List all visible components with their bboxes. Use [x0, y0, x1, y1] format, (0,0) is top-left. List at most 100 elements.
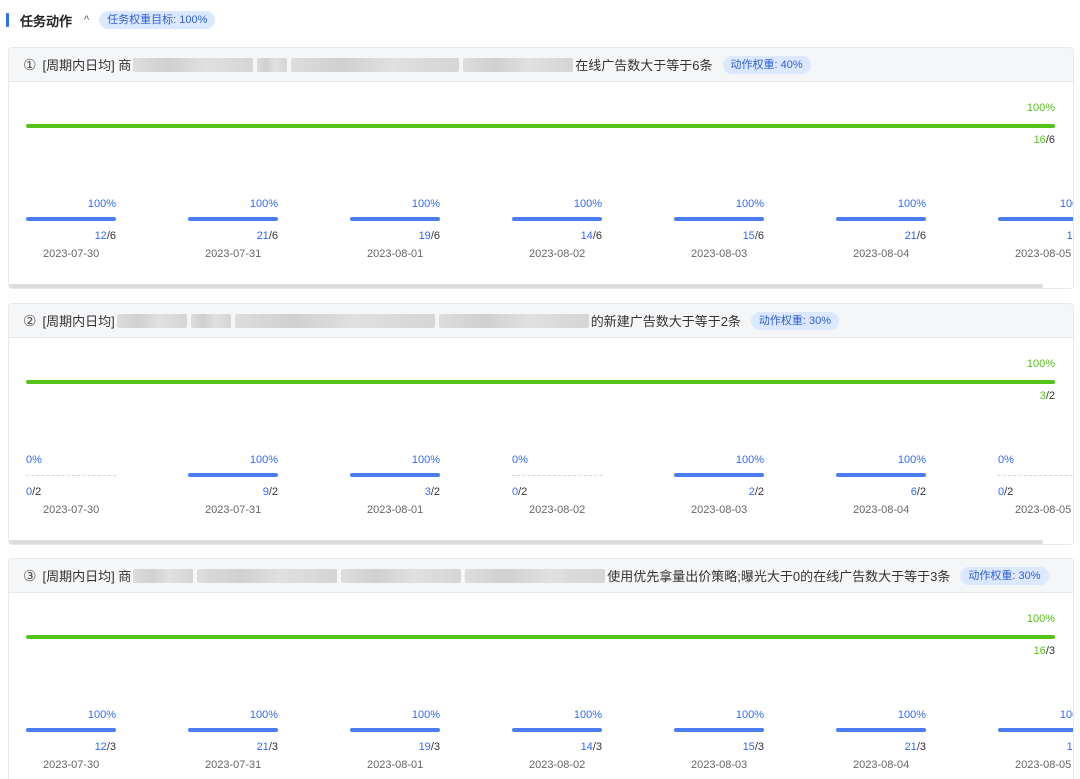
total-percent: 100%	[1026, 613, 1055, 625]
card-title-suffix: 在线广告数大于等于6条	[575, 58, 713, 73]
task-action-card: ③ [周期内日均] 商 使用优先拿量出价策略;曝光大于0的在线广告数大于等于3条…	[8, 558, 1074, 779]
daily-progress: 100% 15/6 2023-08-03	[674, 198, 764, 268]
daily-progress: 100% 21/6 2023-07-31	[188, 198, 278, 268]
total-count: 16/3	[1034, 645, 1055, 657]
daily-progress: 100% 2/2 2023-08-03	[674, 454, 764, 524]
daily-date: 2023-08-05	[1015, 504, 1072, 516]
daily-done: 15	[742, 741, 755, 753]
daily-target: /3	[592, 741, 602, 753]
daily-date: 2023-08-02	[529, 504, 586, 516]
daily-progress-bar	[998, 475, 1073, 476]
card-index: ②	[23, 312, 37, 330]
card-title-prefix: [周期内日均] 商	[42, 569, 132, 584]
daily-count: 21/3	[905, 741, 926, 753]
redacted-text	[291, 57, 460, 72]
daily-target: /6	[916, 230, 926, 242]
redacted-text	[133, 568, 194, 583]
total-target: /2	[1045, 390, 1055, 402]
daily-date: 2023-08-01	[367, 504, 424, 516]
action-weight-tag: 动作权重: 30%	[750, 311, 840, 330]
section-title: 任务动作	[20, 13, 73, 29]
horizontal-scrollbar[interactable]	[9, 284, 1043, 288]
daily-progress-bar	[674, 728, 764, 732]
daily-target: /2	[518, 486, 528, 498]
daily-count: 15/3	[743, 741, 764, 753]
daily-progress-bar	[674, 473, 764, 477]
daily-count: 21/3	[257, 741, 278, 753]
daily-percent: 100%	[411, 454, 440, 466]
daily-count: 13/3	[1067, 741, 1073, 753]
daily-target: /3	[268, 741, 278, 753]
daily-target: /3	[430, 741, 440, 753]
card-header: ② [周期内日均] 的新建广告数大于等于2条 动作权重: 30%	[9, 304, 1073, 338]
daily-date: 2023-08-04	[853, 504, 910, 516]
daily-progress: 100% 21/6 2023-08-04	[836, 198, 926, 268]
task-action-card: ① [周期内日均] 商 在线广告数大于等于6条 动作权重: 40% 100% 1…	[8, 47, 1074, 289]
daily-percent: 100%	[897, 454, 926, 466]
daily-date: 2023-08-05	[1015, 759, 1072, 771]
card-header: ① [周期内日均] 商 在线广告数大于等于6条 动作权重: 40%	[9, 48, 1073, 82]
total-done: 16	[1033, 134, 1046, 146]
daily-target: /3	[754, 741, 764, 753]
daily-progress-bar	[998, 217, 1073, 221]
daily-progress-bar	[674, 217, 764, 221]
daily-count: 14/3	[581, 741, 602, 753]
daily-count: 19/6	[419, 230, 440, 242]
daily-date: 2023-08-04	[853, 248, 910, 260]
card-title-prefix: [周期内日均]	[42, 314, 115, 329]
daily-target: /2	[430, 486, 440, 498]
daily-progress-bar	[350, 217, 440, 221]
daily-date: 2023-08-01	[367, 248, 424, 260]
daily-count: 0/2	[26, 486, 41, 498]
card-title-suffix: 的新建广告数大于等于2条	[590, 314, 741, 329]
task-action-card: ② [周期内日均] 的新建广告数大于等于2条 动作权重: 30% 100% 3/…	[8, 303, 1074, 545]
daily-done: 19	[418, 230, 431, 242]
daily-progress: 100% 13/3 2023-08-05	[998, 709, 1073, 779]
weight-target-tag: 任务权重目标: 100%	[99, 11, 216, 29]
daily-count: 9/2	[263, 486, 278, 498]
daily-target: /6	[430, 230, 440, 242]
daily-done: 13	[1066, 230, 1073, 242]
action-weight-tag: 动作权重: 40%	[722, 55, 811, 74]
card-body: 100% 3/2 0% 0/2 2023-07-30 100% 9/2 2023…	[9, 338, 1073, 544]
daily-count: 6/2	[911, 486, 926, 498]
card-title-suffix: 使用优先拿量出价策略;曝光大于0的在线广告数大于等于3条	[607, 569, 951, 584]
daily-progress-bar	[26, 475, 116, 476]
daily-date: 2023-07-31	[205, 504, 262, 516]
daily-count: 14/6	[581, 230, 602, 242]
daily-done: 14	[580, 741, 593, 753]
redacted-text	[438, 313, 589, 328]
horizontal-scrollbar[interactable]	[9, 540, 1043, 544]
daily-done: 21	[904, 741, 917, 753]
section-accent-bar	[6, 13, 9, 27]
total-target: /3	[1045, 645, 1055, 657]
redacted-text	[234, 313, 435, 328]
daily-progress-bar	[512, 217, 602, 221]
daily-progress: 100% 6/2 2023-08-04	[836, 454, 926, 524]
daily-progress-bar	[26, 728, 116, 732]
daily-percent: 100%	[249, 454, 278, 466]
daily-progress-bar	[350, 728, 440, 732]
daily-percent: 100%	[1059, 709, 1073, 721]
daily-percent: 100%	[411, 198, 440, 210]
daily-date: 2023-07-31	[205, 759, 262, 771]
daily-percent: 100%	[573, 709, 602, 721]
total-percent: 100%	[1026, 102, 1055, 114]
total-done: 16	[1033, 645, 1046, 657]
daily-target: /6	[754, 230, 764, 242]
daily-date: 2023-08-02	[529, 248, 586, 260]
daily-count: 0/2	[512, 486, 527, 498]
daily-percent: 100%	[87, 709, 116, 721]
daily-percent: 100%	[411, 709, 440, 721]
total-count: 3/2	[1040, 390, 1055, 402]
redacted-text	[257, 57, 288, 72]
daily-count: 3/2	[425, 486, 440, 498]
daily-date: 2023-08-03	[691, 504, 748, 516]
redacted-text	[341, 568, 462, 583]
daily-date: 2023-08-04	[853, 759, 910, 771]
daily-date: 2023-07-30	[43, 759, 100, 771]
daily-target: /6	[268, 230, 278, 242]
daily-progress-bar	[188, 473, 278, 477]
collapse-caret-icon[interactable]: ^	[84, 14, 89, 26]
redacted-text	[463, 57, 574, 72]
